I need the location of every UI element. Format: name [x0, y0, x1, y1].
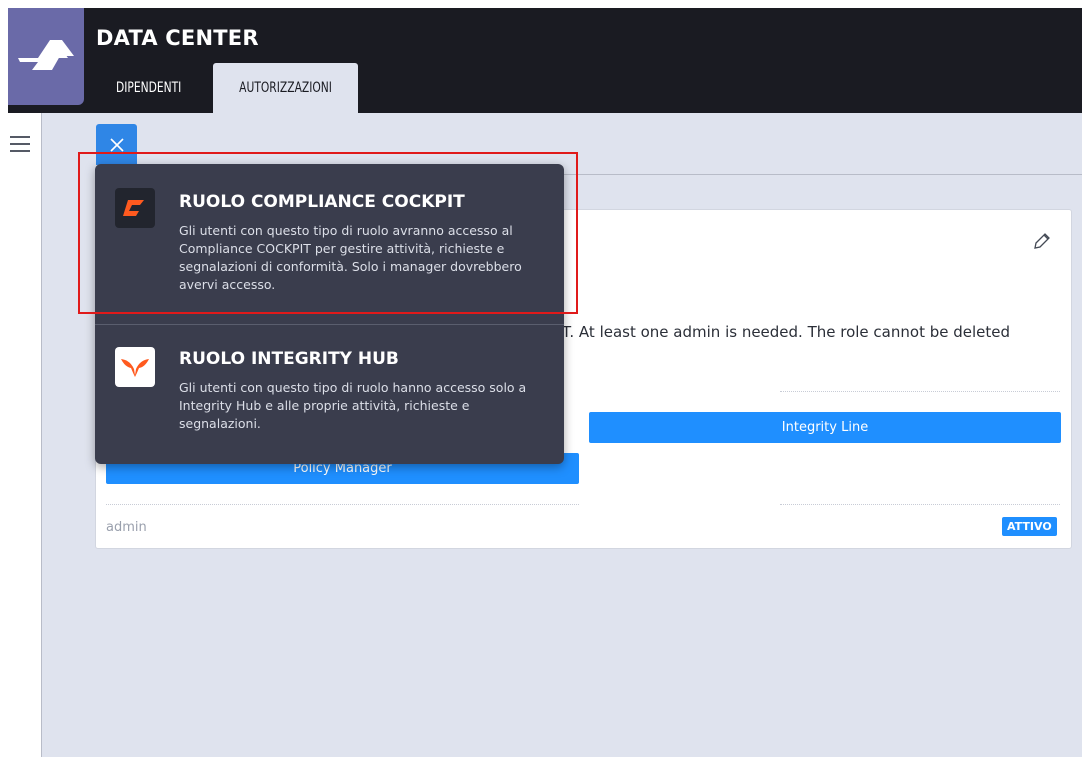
sidebar — [8, 113, 42, 757]
integrity-line-button[interactable]: Integrity Line — [589, 412, 1061, 443]
status-badge: ATTIVO — [1002, 517, 1057, 536]
divider — [780, 391, 1060, 392]
pencil-icon[interactable] — [1032, 231, 1052, 255]
divider — [106, 504, 579, 505]
role-description: T. At least one admin is needed. The rol… — [562, 323, 1011, 341]
app-frame: DATA CENTER DIPENDENTI AUTORIZZAZIONI T.… — [8, 8, 1082, 757]
menu-item-integrity-hub[interactable]: RUOLO INTEGRITY HUB Gli utenti con quest… — [95, 325, 564, 464]
tab-autorizzazioni-label: AUTORIZZAZIONI — [239, 80, 332, 96]
divider — [780, 504, 1060, 505]
role-name-label: admin — [106, 520, 147, 535]
hamburger-menu-icon[interactable] — [10, 136, 30, 157]
highlight-box — [78, 152, 578, 314]
menu-item-title: RUOLO INTEGRITY HUB — [179, 349, 399, 369]
tab-dipendenti[interactable]: DIPENDENTI — [116, 63, 181, 113]
tab-autorizzazioni[interactable]: AUTORIZZAZIONI — [213, 63, 358, 113]
integrity-hub-icon — [115, 347, 155, 387]
top-bar: DATA CENTER DIPENDENTI AUTORIZZAZIONI — [8, 8, 1082, 113]
app-title: DATA CENTER — [96, 26, 259, 50]
close-icon — [109, 137, 124, 152]
data-center-logo-icon[interactable] — [8, 8, 84, 105]
menu-item-description: Gli utenti con questo tipo di ruolo hann… — [179, 380, 527, 431]
